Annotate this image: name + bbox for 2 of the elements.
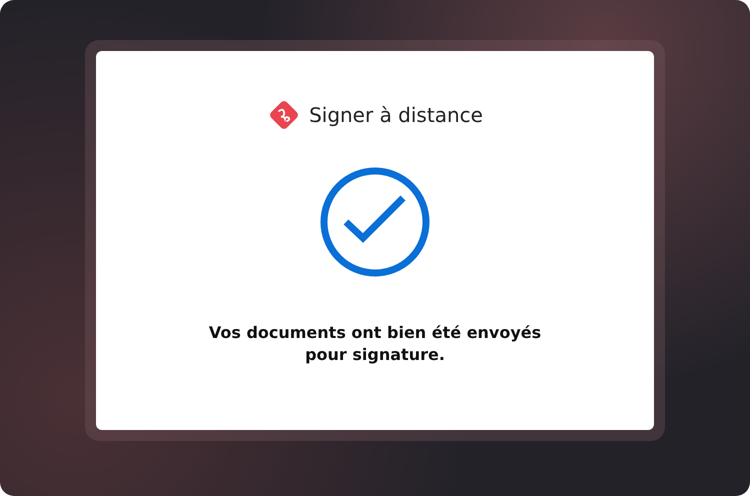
status-message: Vos documents ont bien été envoyés pour signature. (208, 322, 542, 366)
app-name: Signer à distance (309, 102, 483, 129)
